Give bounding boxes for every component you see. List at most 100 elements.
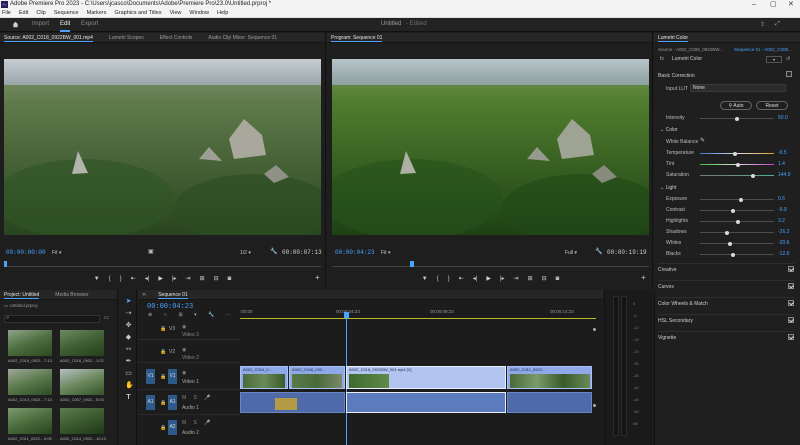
video-clip[interactable]: A002_C008_092...: [289, 366, 345, 389]
contrast-knob[interactable]: [731, 208, 736, 213]
saturation-knob[interactable]: [751, 173, 756, 178]
add-marker-icon[interactable]: ▼: [94, 276, 100, 282]
prog-step-forward-icon[interactable]: |▸: [500, 275, 505, 282]
home-icon[interactable]: [12, 21, 19, 28]
menu-markers[interactable]: Markers: [87, 10, 107, 16]
track-a2-lock-icon[interactable]: 🔒: [160, 425, 166, 431]
program-timecode-in[interactable]: 00:00:04:23: [335, 249, 375, 256]
curves-section[interactable]: Curves: [658, 280, 794, 292]
menu-view[interactable]: View: [170, 10, 182, 16]
close-icon[interactable]: ✕: [788, 0, 794, 9]
program-fit-select[interactable]: Fit ▾: [381, 250, 390, 256]
go-to-out-icon[interactable]: ⇥: [186, 275, 191, 282]
prog-go-to-out-icon[interactable]: ⇥: [514, 275, 519, 282]
reset-effect-icon[interactable]: ↺: [786, 56, 790, 62]
play-icon[interactable]: ▶: [158, 275, 163, 282]
shadows-knob[interactable]: [725, 230, 730, 235]
whites-value[interactable]: -20.6: [778, 240, 789, 246]
source-patch-a1[interactable]: A1: [146, 395, 155, 410]
shadows-value[interactable]: -26.2: [778, 229, 789, 235]
program-wrench-icon[interactable]: 🔧: [595, 248, 602, 255]
track-a1-lock-icon[interactable]: 🔒: [160, 400, 166, 406]
tab-program[interactable]: Program: Sequence 01: [331, 35, 383, 42]
whites-knob[interactable]: [727, 241, 732, 246]
timeline-timecode[interactable]: 00:00:04:23: [147, 303, 193, 311]
menu-clip[interactable]: Clip: [36, 10, 45, 16]
menu-help[interactable]: Help: [217, 10, 228, 16]
hsl-checkbox[interactable]: [788, 317, 794, 323]
timeline-ruler[interactable]: :00:00 00:00:04:23 00:00:09:23 00:00:14:…: [240, 301, 596, 319]
curves-checkbox[interactable]: [788, 283, 794, 289]
saturation-slider[interactable]: [700, 173, 774, 178]
reset-button[interactable]: Reset: [756, 101, 788, 110]
project-item-thumbnail[interactable]: [60, 408, 104, 434]
audio-clip[interactable]: [240, 392, 345, 413]
lumetri-sequence-label[interactable]: Sequence 01 - A002_C008...: [734, 47, 796, 52]
track-v3-id[interactable]: V3: [169, 326, 175, 332]
blacks-slider[interactable]: [700, 252, 774, 257]
track-a1-id[interactable]: A1: [168, 395, 177, 410]
intensity-knob[interactable]: [735, 116, 739, 121]
track-v1-lock-icon[interactable]: 🔒: [160, 374, 166, 380]
project-item-thumbnail[interactable]: [60, 330, 104, 356]
temperature-slider[interactable]: [700, 151, 774, 156]
menu-graphics[interactable]: Graphics and Titles: [115, 10, 162, 16]
tint-knob[interactable]: [735, 162, 740, 167]
temperature-value[interactable]: -9.5: [778, 150, 787, 156]
source-resolution-select[interactable]: 1/2 ▾: [240, 250, 251, 256]
temperature-knob[interactable]: [732, 151, 737, 156]
blacks-knob[interactable]: [730, 252, 735, 257]
effect-dropdown[interactable]: ▾: [766, 56, 782, 63]
tab-export[interactable]: Export: [81, 21, 98, 27]
color-section-header[interactable]: ⌄ Color: [660, 127, 678, 133]
source-playhead[interactable]: [4, 261, 7, 267]
project-item-thumbnail[interactable]: [60, 369, 104, 395]
menu-sequence[interactable]: Sequence: [54, 10, 79, 16]
menu-window[interactable]: Window: [189, 10, 209, 16]
track-v2-eye-icon[interactable]: ◉: [182, 347, 186, 353]
tab-source[interactable]: Source: A002_C018_0922BW_001.mp4: [4, 35, 93, 42]
prog-play-icon[interactable]: ▶: [486, 275, 491, 282]
prog-mark-out-icon[interactable]: }: [448, 276, 450, 282]
close-sequence-icon[interactable]: ✕: [142, 292, 146, 298]
track-a1-mute-solo[interactable]: M S 🎤: [182, 395, 214, 401]
program-playhead[interactable]: [410, 261, 414, 267]
tint-slider[interactable]: [700, 162, 774, 167]
track-v2-id[interactable]: V2: [169, 349, 175, 355]
menu-file[interactable]: File: [2, 10, 11, 16]
source-time-ruler[interactable]: [4, 261, 321, 267]
lumetri-source-label[interactable]: Source - A002_C008_0922BW...: [658, 47, 723, 52]
menu-edit[interactable]: Edit: [19, 10, 28, 16]
type-tool-icon[interactable]: T: [125, 394, 132, 401]
export-frame-icon[interactable]: ◙: [228, 276, 232, 282]
track-select-tool-icon[interactable]: ⇢: [125, 310, 132, 317]
program-time-ruler[interactable]: [332, 261, 649, 267]
video-clip[interactable]: A002_C011_0922...: [507, 366, 592, 389]
project-item-thumbnail[interactable]: [8, 408, 52, 434]
blacks-value[interactable]: -12.6: [778, 251, 789, 257]
project-search-input[interactable]: [4, 315, 100, 323]
step-forward-icon[interactable]: |▸: [172, 275, 177, 282]
source-patch-v1[interactable]: V1: [146, 369, 155, 384]
video-clip-selected[interactable]: A002_C018_0922BW_001.mp4 [V]: [346, 366, 506, 389]
contrast-value[interactable]: -9.9: [778, 207, 787, 213]
track-a2-mute-solo[interactable]: M S 🎤: [182, 420, 214, 426]
track-v3-lock-icon[interactable]: 🔒: [160, 326, 166, 332]
exposure-slider[interactable]: [700, 197, 774, 202]
work-area-bar[interactable]: [240, 318, 596, 319]
color-wheels-section[interactable]: Color Wheels & Match: [658, 297, 794, 309]
tab-effect-controls[interactable]: Effect Controls: [160, 35, 193, 41]
whites-slider[interactable]: [700, 241, 774, 246]
fullscreen-icon[interactable]: ⤢: [775, 21, 780, 28]
tab-project[interactable]: Project: Untitled: [4, 292, 40, 299]
input-lut-select[interactable]: None: [690, 84, 786, 92]
intensity-value[interactable]: 50.0: [778, 115, 788, 121]
exposure-value[interactable]: 0.6: [778, 196, 785, 202]
mark-out-icon[interactable]: }: [120, 276, 122, 282]
insert-icon[interactable]: ⊞: [200, 275, 205, 282]
slip-tool-icon[interactable]: ⇿: [125, 346, 132, 353]
track-v2-lock-icon[interactable]: 🔒: [160, 349, 166, 355]
prog-export-frame-icon[interactable]: ◙: [556, 276, 560, 282]
source-fit-select[interactable]: Fit ▾: [52, 250, 61, 256]
video-clip[interactable]: A002_C004_0...: [240, 366, 288, 389]
